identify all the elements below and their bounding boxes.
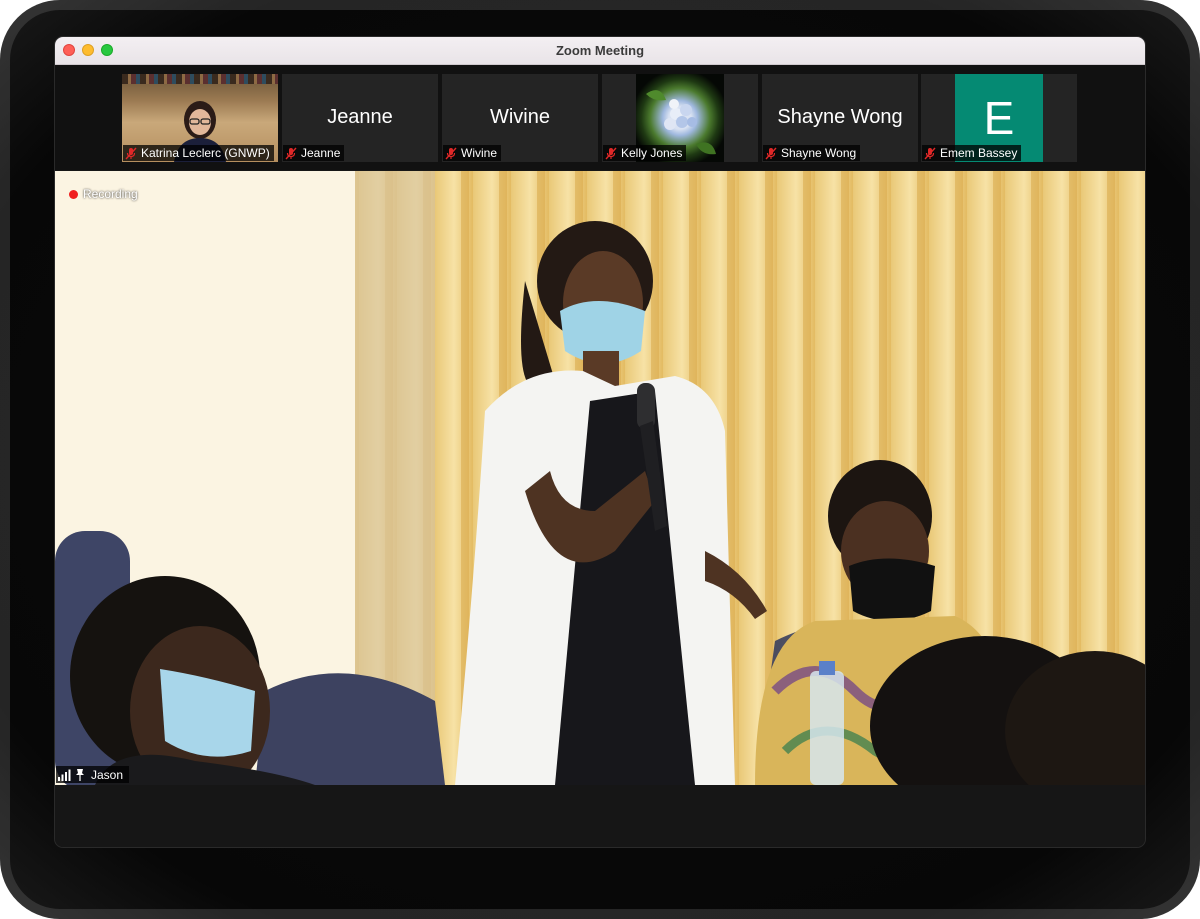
participant-tile-kelly-jones[interactable]: Kelly Jones (602, 74, 758, 162)
speaker-name: Jason (91, 767, 124, 782)
microphone-muted-icon (765, 147, 777, 159)
participant-name: Kelly Jones (621, 146, 683, 160)
participant-name-label: Katrina Leclerc (GNWP) (123, 145, 274, 161)
participant-tile-shayne-wong[interactable]: Shayne Wong Shayne Wong (762, 74, 918, 162)
participant-tile-emem-bassey[interactable]: E Emem Bassey (921, 74, 1077, 162)
participant-name: Shayne Wong (781, 146, 857, 160)
participant-gallery: Katrina Leclerc (GNWP) Jeanne Jeanne Wiv… (55, 65, 1145, 170)
participant-name-label: Kelly Jones (603, 145, 687, 161)
microphone-muted-icon (924, 147, 936, 159)
participant-name-label: Jeanne (283, 145, 345, 161)
participant-display-name: Shayne Wong (777, 106, 903, 128)
microphone-muted-icon (285, 147, 297, 159)
microphone-muted-icon (605, 147, 617, 159)
participant-name-label: Wivine (443, 145, 502, 161)
avatar-letter: E (983, 92, 1015, 144)
speaker-video-scene (55, 171, 1145, 785)
participant-name-label: Emem Bassey (922, 145, 1022, 161)
pin-icon (76, 768, 84, 781)
participant-name: Katrina Leclerc (GNWP) (141, 146, 270, 160)
connection-signal-icon (58, 769, 71, 781)
speaker-name-label: Jason (56, 766, 130, 783)
participant-tile-jeanne[interactable]: Jeanne Jeanne (282, 74, 438, 162)
recording-dot-icon (69, 189, 78, 199)
zoom-window: Zoom Meeting Katrina Leclerc (GNWP) Jean… (55, 37, 1145, 847)
participant-tile-wivine[interactable]: Wivine Wivine (442, 74, 598, 162)
window-title: Zoom Meeting (555, 43, 645, 58)
microphone-muted-icon (125, 147, 137, 159)
participant-tile-katrina[interactable]: Katrina Leclerc (GNWP) (122, 74, 278, 162)
title-bar: Zoom Meeting (55, 37, 1145, 65)
participant-name: Emem Bassey (940, 146, 1018, 160)
participant-display-name: Wivine (489, 106, 550, 128)
microphone-muted-icon (445, 147, 457, 159)
participant-name: Wivine (461, 146, 498, 160)
active-speaker-video[interactable]: Recording Jason (55, 171, 1145, 785)
bookshelf-background (122, 74, 278, 84)
participant-name: Jeanne (301, 146, 341, 160)
video-letterbox-bottom (55, 785, 1145, 847)
recording-indicator: Recording (69, 187, 138, 201)
recording-label: Recording (83, 187, 138, 201)
participant-display-name: Jeanne (327, 106, 393, 128)
participant-name-label: Shayne Wong (763, 145, 861, 161)
